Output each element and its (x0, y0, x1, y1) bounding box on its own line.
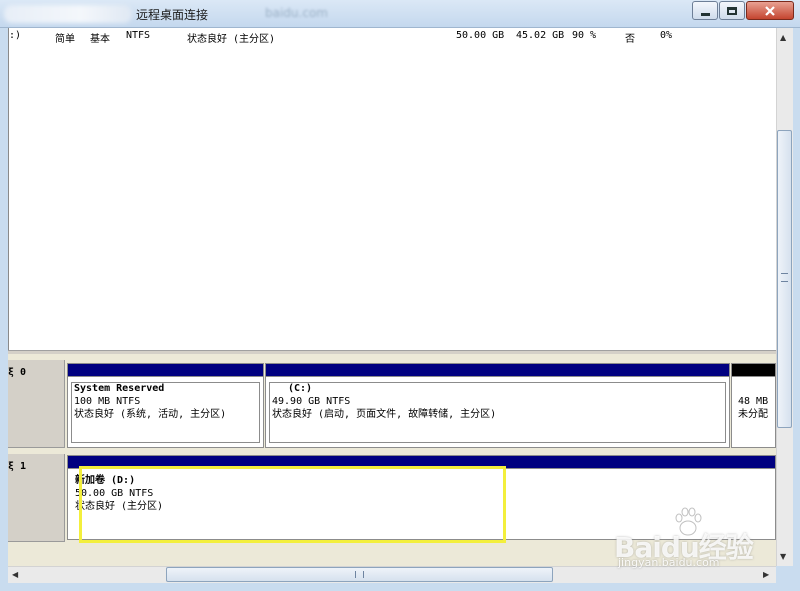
partition-c-drive[interactable]: (C:) 49.90 GB NTFS 状态良好 (启动, 页面文件, 故障转储,… (265, 363, 730, 448)
minimize-button[interactable] (692, 1, 718, 20)
maximize-button[interactable] (719, 1, 745, 20)
cell-percent-free: 90 % (572, 30, 597, 41)
scroll-down-arrow-icon[interactable]: ▼ (780, 552, 786, 561)
cell-type: 基本 (90, 34, 110, 45)
table-row[interactable]: :) 简单 基本 NTFS 状态良好 (主分区) 50.00 GB 45.02 … (9, 30, 777, 45)
close-icon (765, 5, 775, 16)
title-blurred-area (4, 5, 132, 23)
window-title: 远程桌面连接 (136, 8, 209, 22)
partition-frame (71, 382, 260, 443)
cell-free-space: 45.02 GB (516, 30, 565, 41)
cell-fault-tolerance: 否 (625, 34, 635, 45)
partition-frame (269, 382, 726, 443)
cell-capacity: 50.00 GB (456, 30, 505, 41)
partition-status: 未分配 (738, 409, 768, 420)
disk-0-label: ξ 0 (8, 360, 65, 448)
partition-bar (266, 364, 729, 377)
vertical-grip-icon (781, 273, 788, 282)
disk-1-label: ξ 1 (8, 454, 65, 542)
cell-volume: :) (9, 30, 22, 41)
minimize-icon (700, 12, 710, 16)
cell-overhead: 0% (660, 30, 673, 41)
cell-filesystem: NTFS (126, 30, 151, 41)
partition-bar (732, 364, 775, 377)
scroll-left-arrow-icon[interactable]: ◀ (12, 570, 18, 579)
cell-layout: 简单 (55, 34, 75, 45)
cell-status: 状态良好 (主分区) (187, 34, 276, 45)
vertical-scroll-thumb[interactable] (777, 130, 792, 428)
scroll-right-arrow-icon[interactable]: ▶ (763, 570, 769, 579)
volume-list: :) 简单 基本 NTFS 状态良好 (主分区) 50.00 GB 45.02 … (8, 28, 776, 350)
partition-size: 48 MB (738, 396, 769, 407)
scroll-up-arrow-icon[interactable]: ▲ (780, 33, 786, 42)
horizontal-scroll-thumb[interactable] (166, 567, 553, 582)
partition-system-reserved[interactable]: System Reserved 100 MB NTFS 状态良好 (系统, 活动… (67, 363, 264, 448)
partition-bar (68, 364, 263, 377)
title-bar: 远程桌面连接 baidu.com (0, 0, 800, 28)
highlight-box (79, 466, 506, 543)
maximize-icon (727, 6, 737, 15)
title-blurred-url: baidu.com (265, 6, 328, 20)
close-button[interactable] (746, 1, 794, 20)
horizontal-grip-icon (355, 571, 364, 578)
partition-unallocated[interactable]: 48 MB 未分配 (731, 363, 776, 448)
